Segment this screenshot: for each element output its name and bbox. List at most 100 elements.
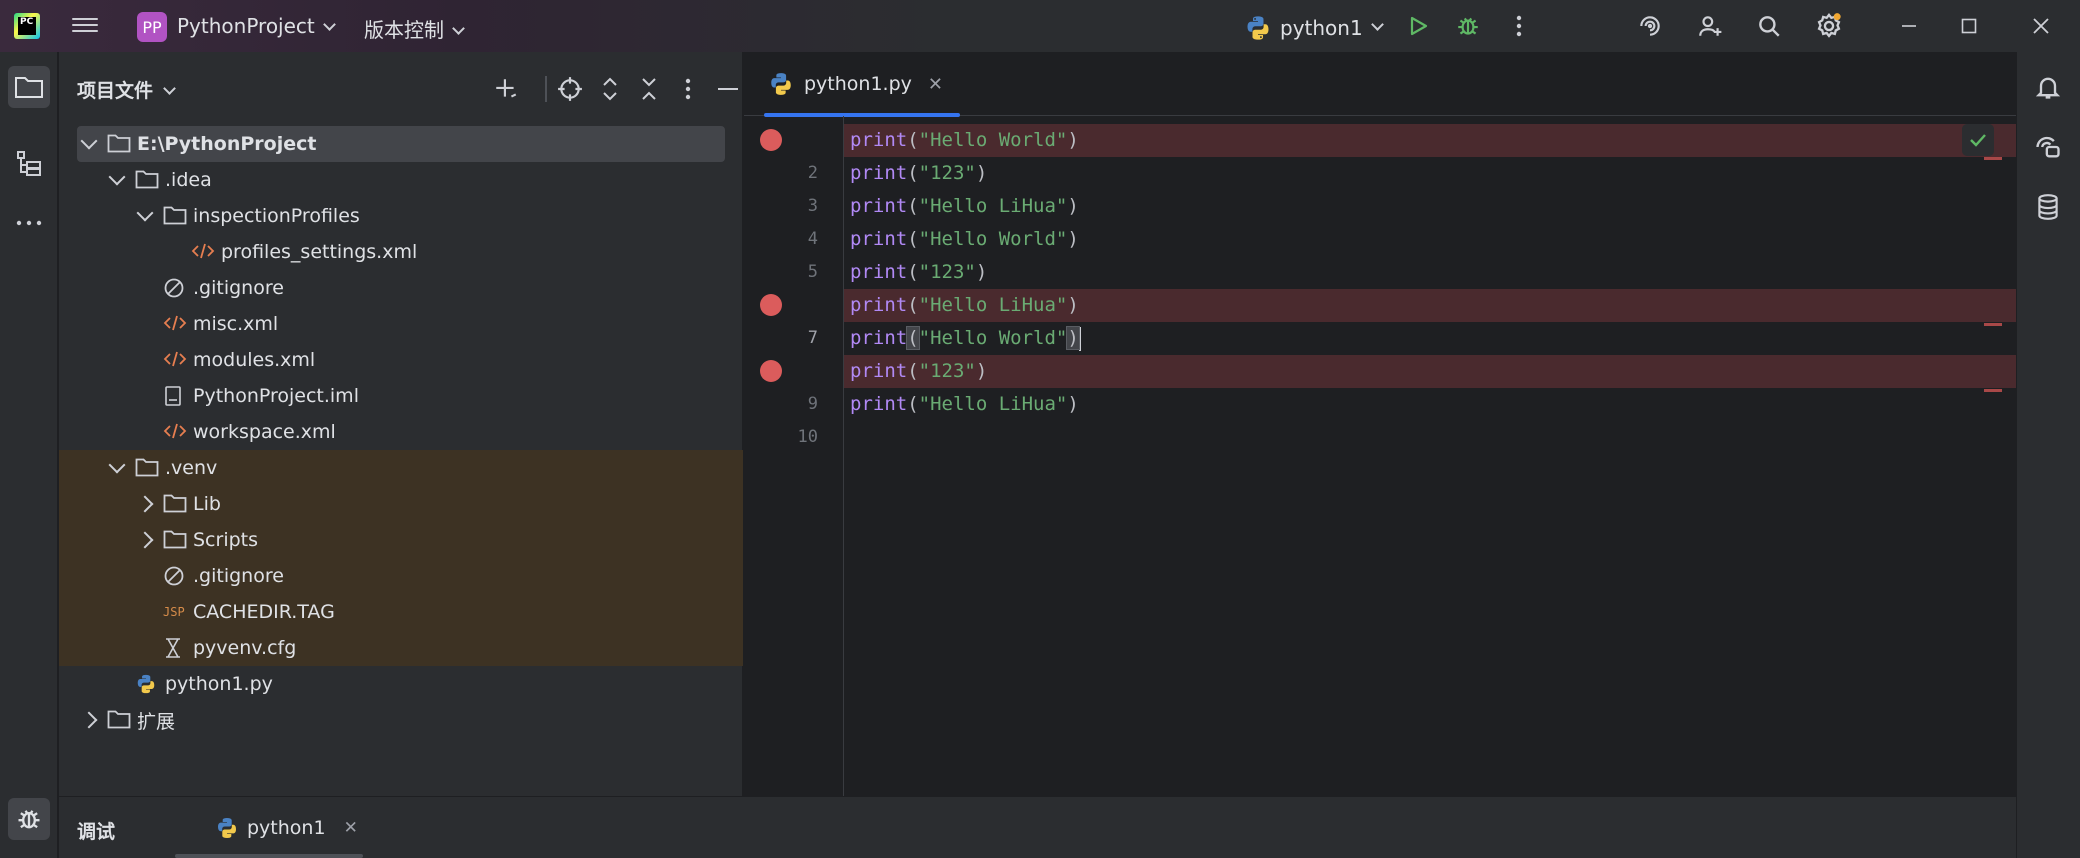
editor-tab-bar: python1.py ✕ xyxy=(744,52,2016,117)
code-line[interactable]: print("123") xyxy=(844,256,2016,289)
maximize-window-icon[interactable] xyxy=(1953,10,1985,42)
line-number: 10 xyxy=(797,427,818,447)
close-icon[interactable]: ✕ xyxy=(344,818,358,838)
code-line[interactable]: print("Hello LiHua") xyxy=(844,190,2016,223)
tree-item-label: inspectionProfiles xyxy=(193,205,360,227)
pycharm-logo-icon[interactable]: PC xyxy=(14,13,40,39)
xml-file-icon xyxy=(163,313,187,335)
run-config-selector[interactable]: python1 xyxy=(1244,14,1384,42)
tree-item[interactable]: E:\PythonProject xyxy=(77,126,725,162)
add-user-icon[interactable] xyxy=(1694,10,1726,42)
chevron-right-icon[interactable] xyxy=(136,531,154,549)
breakpoint-icon[interactable] xyxy=(760,360,782,382)
vcs-menu[interactable]: 版本控制 xyxy=(364,14,465,43)
project-badge[interactable]: PP xyxy=(137,12,167,42)
tree-item[interactable]: Lib xyxy=(59,486,743,522)
chevron-down-icon xyxy=(322,18,336,31)
code-line[interactable]: print("Hello LiHua") xyxy=(844,388,2016,421)
tree-item[interactable]: profiles_settings.xml xyxy=(59,234,743,270)
tree-item[interactable]: python1.py xyxy=(59,666,743,702)
tree-item[interactable]: 扩展 xyxy=(59,702,743,738)
chevron-down-icon xyxy=(1370,17,1384,31)
code-paren: ) xyxy=(1067,294,1079,316)
ai-chat-icon[interactable] xyxy=(2027,126,2069,168)
tree-item[interactable]: .idea xyxy=(59,162,743,198)
tree-item-label: pyvenv.cfg xyxy=(193,637,297,659)
python-file-icon xyxy=(135,673,159,695)
inspection-ok-icon[interactable] xyxy=(1962,124,1994,156)
code-paren: ) xyxy=(1067,129,1079,151)
run-icon[interactable] xyxy=(1402,10,1434,42)
new-file-icon[interactable] xyxy=(491,74,521,104)
collapse-all-icon[interactable] xyxy=(634,74,664,104)
code-line[interactable]: print("Hello World") xyxy=(844,322,2016,355)
line-number: 9 xyxy=(807,394,818,414)
code-string: "123" xyxy=(918,162,976,184)
code-line[interactable]: print("123") xyxy=(844,157,2016,190)
code-line[interactable]: print("Hello World") xyxy=(844,124,2016,157)
close-window-icon[interactable] xyxy=(2025,10,2057,42)
tree-item[interactable]: Scripts xyxy=(59,522,743,558)
tree-item[interactable]: modules.xml xyxy=(59,342,743,378)
search-icon[interactable] xyxy=(1753,10,1785,42)
code-editor[interactable]: print("Hello World") print("123") print("H… xyxy=(844,116,2016,796)
code-paren: ) xyxy=(975,162,988,184)
tab-scroll-indicator xyxy=(175,854,363,858)
breakpoint-icon[interactable] xyxy=(760,294,782,316)
chevron-down-icon[interactable] xyxy=(80,132,98,150)
tab-close-icon[interactable]: ✕ xyxy=(928,74,943,95)
code-string: "Hello World" xyxy=(918,327,1068,349)
tree-item[interactable]: workspace.xml xyxy=(59,414,743,450)
chevron-right-icon[interactable] xyxy=(80,711,98,729)
code-line[interactable]: print("Hello World") xyxy=(844,223,2016,256)
more-actions-icon[interactable] xyxy=(1503,10,1535,42)
breakpoint-icon[interactable] xyxy=(760,129,782,151)
tree-item[interactable]: inspectionProfiles xyxy=(59,198,743,234)
debug-tool-window-icon[interactable] xyxy=(8,798,50,840)
project-switcher[interactable]: PythonProject xyxy=(177,14,336,38)
chevron-down-icon[interactable] xyxy=(108,168,126,186)
tree-item[interactable]: .venv xyxy=(59,450,743,486)
debug-session-label: python1 xyxy=(247,817,326,839)
debug-icon[interactable] xyxy=(1452,10,1484,42)
locate-file-icon[interactable] xyxy=(555,74,585,104)
database-icon[interactable] xyxy=(2027,186,2069,228)
code-paren: ( xyxy=(906,326,920,350)
tree-item[interactable]: JSP CACHEDIR.TAG xyxy=(59,594,743,630)
panel-options-icon[interactable] xyxy=(673,74,703,104)
error-stripe-marker[interactable] xyxy=(1984,323,2002,326)
tree-item[interactable]: PythonProject.iml xyxy=(59,378,743,414)
main-menu-icon[interactable] xyxy=(72,14,98,38)
project-name: PythonProject xyxy=(177,14,315,38)
tag-file-icon: JSP xyxy=(163,601,187,623)
error-stripe-marker[interactable] xyxy=(1984,389,2002,392)
project-view-selector[interactable]: 项目文件 xyxy=(77,76,176,103)
more-tool-windows-icon[interactable] xyxy=(8,202,50,244)
expand-all-icon[interactable] xyxy=(595,74,625,104)
notifications-bell-icon[interactable] xyxy=(2027,66,2069,108)
tab-label: python1.py xyxy=(804,73,912,95)
project-tool-window-icon[interactable] xyxy=(8,66,50,108)
line-number-gutter[interactable]: 2 3 4 5 7 9 10 xyxy=(744,116,844,796)
settings-gear-icon[interactable] xyxy=(1813,10,1845,42)
code-line[interactable]: print("123") xyxy=(844,355,2016,388)
chevron-down-icon[interactable] xyxy=(108,456,126,474)
structure-tool-window-icon[interactable] xyxy=(8,142,50,184)
tab-python1-py[interactable]: python1.py ✕ xyxy=(764,52,960,116)
tree-item-label: .gitignore xyxy=(193,565,284,587)
ai-assistant-icon[interactable] xyxy=(1634,10,1666,42)
code-line[interactable]: print("Hello LiHua") xyxy=(844,289,2016,322)
minimize-window-icon[interactable] xyxy=(1893,10,1925,42)
tree-item[interactable]: .gitignore xyxy=(59,558,743,594)
debug-session-tab[interactable]: python1 ✕ xyxy=(157,811,358,845)
code-string: "123" xyxy=(918,360,976,382)
error-stripe-marker[interactable] xyxy=(1984,157,2002,160)
xml-file-icon xyxy=(191,241,215,263)
tree-item[interactable]: .gitignore xyxy=(59,270,743,306)
chevron-right-icon[interactable] xyxy=(136,495,154,513)
chevron-down-icon[interactable] xyxy=(136,204,154,222)
tree-item[interactable]: pyvenv.cfg xyxy=(59,630,743,666)
hide-panel-icon[interactable] xyxy=(713,74,743,104)
code-line[interactable] xyxy=(844,421,2016,454)
tree-item[interactable]: misc.xml xyxy=(59,306,743,342)
